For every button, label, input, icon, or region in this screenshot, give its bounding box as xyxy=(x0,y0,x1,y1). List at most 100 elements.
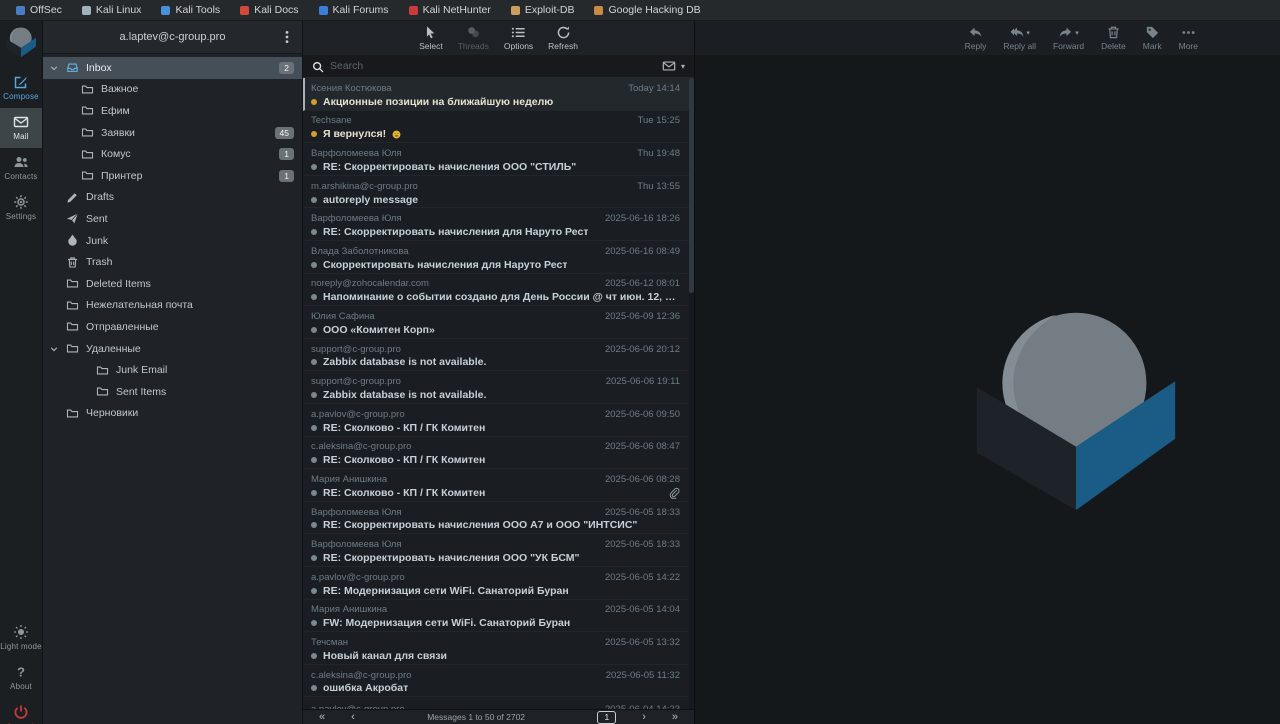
message-row[interactable]: Ксения Костюкова Today 14:14 Акционные п… xyxy=(303,78,694,111)
message-subject: Я вернулся! xyxy=(323,128,387,141)
folder-row-отправленные[interactable]: Отправленные xyxy=(43,316,302,338)
folder-row-черновики[interactable]: Черновики xyxy=(43,403,302,425)
message-row[interactable]: Влада Заболотникова 2025-06-16 08:49 Ско… xyxy=(303,241,694,274)
message-row[interactable]: a.pavlov@c-group.pro 2025-06-06 09:50 RE… xyxy=(303,404,694,437)
bookmark-item[interactable]: Kali Linux xyxy=(72,0,152,20)
message-row[interactable]: Варфоломеева Юля 2025-06-05 18:33 RE: Ск… xyxy=(303,534,694,567)
sidebar-item-lightmode[interactable]: Light mode xyxy=(0,618,42,658)
more-button[interactable]: More xyxy=(1179,25,1198,55)
sidebar-item-contacts[interactable]: Contacts xyxy=(0,148,42,188)
folder-row-ефим[interactable]: Ефим xyxy=(43,100,302,122)
page-number-input[interactable]: 1 xyxy=(597,710,617,724)
folder-row-заявки[interactable]: Заявки 45 xyxy=(43,122,302,144)
bookmark-item[interactable]: Kali Tools xyxy=(151,0,230,20)
roundcube-logo xyxy=(3,24,39,60)
message-row[interactable]: Юлия Сафина 2025-06-09 12:36 ООО «Комите… xyxy=(303,306,694,339)
message-date: Thu 19:48 xyxy=(637,148,680,160)
folder-row-junk[interactable]: Junk xyxy=(43,230,302,252)
bookmark-item[interactable]: Kali Docs xyxy=(230,0,308,20)
message-row[interactable]: support@c-group.pro 2025-06-06 19:11 Zab… xyxy=(303,371,694,404)
envelope-icon xyxy=(662,59,676,73)
browser-bookmarks-bar: OffSec Kali Linux Kali Tools Kali Docs K… xyxy=(0,0,1280,21)
search-bar: ▾ xyxy=(303,55,694,78)
folder-row-inbox[interactable]: Inbox 2 xyxy=(43,57,302,79)
message-row[interactable]: a.pavlov@c-group.pro 2025-06-05 14:22 RE… xyxy=(303,567,694,600)
scrollbar-thumb[interactable] xyxy=(689,78,694,293)
message-status-dot xyxy=(311,392,317,399)
message-row[interactable]: noreply@zohocalendar.com 2025-06-12 08:0… xyxy=(303,274,694,307)
refresh-icon xyxy=(556,25,571,40)
forward-button[interactable]: ▾ Forward xyxy=(1053,25,1084,55)
message-row[interactable]: Мария Анишкина 2025-06-06 08:28 RE: Скол… xyxy=(303,469,694,502)
message-subject: Акционные позиции на ближайшую неделю xyxy=(323,95,554,108)
delete-button[interactable]: Delete xyxy=(1101,25,1126,55)
account-header: a.laptev@c-group.pro xyxy=(43,21,302,54)
reply-all-button[interactable]: ▾ Reply all xyxy=(1003,25,1036,55)
search-scope-selector[interactable]: ▾ xyxy=(662,59,685,73)
bookmark-item[interactable]: Exploit-DB xyxy=(501,0,585,20)
folder-row-junk-email[interactable]: Junk Email xyxy=(43,359,302,381)
bookmark-item[interactable]: OffSec xyxy=(6,0,72,20)
folder-actions-menu-icon[interactable] xyxy=(279,29,295,45)
sidebar-item-mail[interactable]: Mail xyxy=(0,108,42,148)
trash-icon xyxy=(66,256,79,269)
folder-row-нежелательная-почта[interactable]: Нежелательная почта xyxy=(43,295,302,317)
bookmark-item[interactable]: Kali NetHunter xyxy=(399,0,501,20)
folder-row-важное[interactable]: Важное xyxy=(43,79,302,101)
message-date: 2025-06-05 18:33 xyxy=(604,539,680,551)
folder-row-sent-items[interactable]: Sent Items xyxy=(43,381,302,403)
message-status-dot xyxy=(311,424,317,431)
message-row[interactable]: Варфоломеева Юля 2025-06-16 18:26 RE: Ск… xyxy=(303,208,694,241)
message-status-dot xyxy=(311,326,317,333)
pagination-status: Messages 1 to 50 of 2702 xyxy=(427,712,526,722)
message-row[interactable]: Течсман 2025-06-05 13:32 Новый канал для… xyxy=(303,632,694,665)
refresh-button[interactable]: Refresh xyxy=(548,25,578,55)
unread-count-badge: 1 xyxy=(279,169,294,182)
folder-row-trash[interactable]: Trash xyxy=(43,251,302,273)
message-row[interactable]: c.aleksina@c-group.pro 2025-06-06 08:47 … xyxy=(303,437,694,470)
sidebar-item-compose[interactable]: Compose xyxy=(0,68,42,108)
message-subject: Напоминание о событии создано для День Р… xyxy=(323,291,680,304)
threads-button[interactable]: Threads xyxy=(458,25,489,55)
bookmark-item[interactable]: Kali Forums xyxy=(309,0,399,20)
sidebar-item-label: Contacts xyxy=(4,172,38,181)
chevron-down-icon[interactable] xyxy=(49,344,59,354)
mark-button[interactable]: Mark xyxy=(1143,25,1162,55)
bookmark-item[interactable]: Google Hacking DB xyxy=(584,0,710,20)
folder-row-sent[interactable]: Sent xyxy=(43,208,302,230)
grinning-face-emoji xyxy=(392,130,401,139)
sidebar-item-settings[interactable]: Settings xyxy=(0,188,42,228)
chevron-down-icon[interactable] xyxy=(49,63,59,73)
folder-row-комус[interactable]: Комус 1 xyxy=(43,143,302,165)
message-row[interactable]: support@c-group.pro 2025-06-06 20:12 Zab… xyxy=(303,339,694,372)
reply-button[interactable]: Reply xyxy=(965,25,986,55)
select-button[interactable]: Select xyxy=(419,25,443,55)
prev-page-button[interactable]: ‹ xyxy=(351,712,355,723)
message-list: Ксения Костюкова Today 14:14 Акционные п… xyxy=(303,78,694,709)
message-row[interactable]: a.pavlov@c-group.pro 2025-06-04 14:23 xyxy=(303,697,694,709)
folder-row-принтер[interactable]: Принтер 1 xyxy=(43,165,302,187)
first-page-button[interactable]: « xyxy=(319,712,325,723)
options-button[interactable]: Options xyxy=(504,25,533,55)
sidebar-item-about[interactable]: ? About xyxy=(0,658,42,698)
folder-row-удаленные[interactable]: Удаленные xyxy=(43,338,302,360)
message-list-column: Select Threads Options Refresh ▾ xyxy=(303,21,695,724)
folder-row-deleted-items[interactable]: Deleted Items xyxy=(43,273,302,295)
sidebar-item-logout[interactable]: Logout xyxy=(0,698,42,724)
message-row[interactable]: c.aleksina@c-group.pro 2025-06-05 11:32 … xyxy=(303,665,694,698)
message-date: 2025-06-05 13:32 xyxy=(604,636,680,648)
message-subject: RE: Сколково - КП / ГК Комитен xyxy=(323,454,486,467)
unread-count-badge: 45 xyxy=(274,126,294,139)
message-row[interactable]: Варфоломеева Юля Thu 19:48 RE: Скорректи… xyxy=(303,143,694,176)
search-input[interactable] xyxy=(330,60,656,72)
message-list-scrollbar[interactable] xyxy=(689,78,694,709)
last-page-button[interactable]: » xyxy=(672,712,678,723)
folder-row-drafts[interactable]: Drafts xyxy=(43,187,302,209)
message-row[interactable]: m.arshikina@c-group.pro Thu 13:55 autore… xyxy=(303,176,694,209)
message-row[interactable]: Варфоломеева Юля 2025-06-05 18:33 RE: Ск… xyxy=(303,502,694,535)
message-row[interactable]: Techsane Tue 15:25 Я вернулся! xyxy=(303,111,694,144)
bookmark-favicon xyxy=(161,5,171,15)
message-row[interactable]: Мария Анишкина 2025-06-05 14:04 FW: Моде… xyxy=(303,600,694,633)
app-sidebar: Compose Mail Contacts Settings Light mod… xyxy=(0,21,42,724)
next-page-button[interactable]: › xyxy=(642,712,646,723)
